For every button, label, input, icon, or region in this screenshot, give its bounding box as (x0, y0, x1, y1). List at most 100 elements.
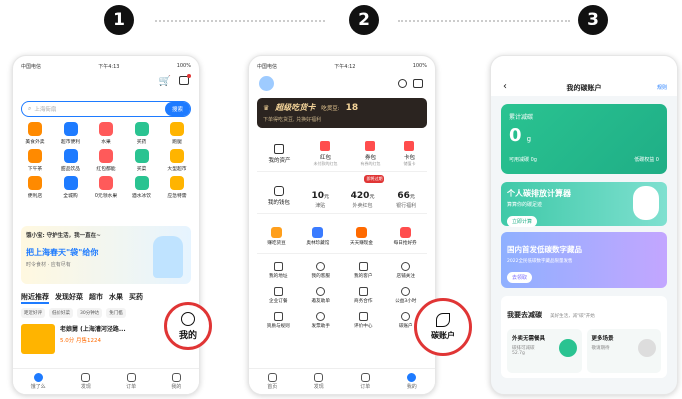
services-row: 赚吃货豆 奥林珍藏馆 天天赚现金 每日抢好券 (257, 220, 427, 254)
step-connector (398, 20, 570, 22)
feed-tabs: 附近推荐 发现好菜 超市 水果 买药 (21, 292, 143, 304)
search-button[interactable]: 搜索 (164, 102, 190, 116)
tab-3[interactable]: 我的 (171, 373, 181, 390)
category-item[interactable]: 美食外卖 (19, 122, 51, 145)
avatar[interactable] (259, 76, 274, 91)
tool-item[interactable]: 评价中心 (342, 312, 385, 329)
category-item[interactable]: 买药 (126, 122, 158, 145)
tab-label: 我的 (171, 384, 182, 390)
category-item[interactable]: 应急特需 (161, 176, 193, 199)
filter-chip[interactable]: 距近好评 (21, 308, 45, 318)
tab-bar: 首页 发现 订单 我的 (249, 368, 435, 394)
vip-card[interactable]: ♛ 超级吃货卡 吃货豆: 18 下单得吃货豆, 兑换好福利 (257, 98, 427, 128)
tool-item[interactable]: 我的客服 (300, 262, 343, 279)
utensils-icon (558, 339, 577, 357)
reduce-tile[interactable]: 外卖无需餐具 碳排可减碳 52.7g (507, 329, 582, 373)
category-item[interactable]: 买菜 (126, 149, 158, 172)
nft-banner[interactable]: 国内首发低碳数字藏品 2022全民低碳数字藏品限量发售 去领取 (501, 232, 667, 288)
feed-tab[interactable]: 超市 (89, 292, 103, 304)
nft-claim-button[interactable]: 去领取 (507, 272, 533, 283)
category-item[interactable]: 全城购 (55, 176, 87, 199)
asset-item[interactable]: 红包 未付款的红包 (313, 140, 338, 167)
feed-tab[interactable]: 买药 (129, 292, 143, 304)
message-icon[interactable] (179, 74, 191, 85)
feed-tab[interactable]: 水果 (109, 292, 123, 304)
reduce-tile[interactable]: 更多场景 敬请期待 (586, 329, 661, 373)
tab-2[interactable]: 订单 (360, 373, 370, 390)
wallet-balance[interactable]: 10元 津贴 (311, 183, 329, 209)
reduce-section: 我要去减碳 美好生活，减"碳"开始 外卖无需餐具 碳排可减碳 52.7g 更多场景敬… (501, 296, 667, 378)
tab-3[interactable]: 我的 (407, 373, 417, 390)
calculate-button[interactable]: 立即计算 (507, 216, 538, 227)
tool-item[interactable]: 发票助手 (300, 312, 343, 329)
tool-icon (273, 287, 283, 296)
tool-item[interactable]: 邀友助单 (300, 287, 343, 304)
category-item[interactable]: 便利店 (19, 176, 51, 199)
category-item[interactable]: 下午茶 (19, 149, 51, 172)
tool-item[interactable]: 商务合作 (342, 287, 385, 304)
feed-tab[interactable]: 发现好菜 (55, 292, 83, 304)
balance-value: 66 (397, 190, 410, 201)
asset-sublabel: 未付款的红包 (313, 160, 338, 166)
feed-tab[interactable]: 附近推荐 (21, 292, 49, 304)
tool-item[interactable]: 公益3小时 (385, 287, 428, 304)
tool-item[interactable]: 我的地址 (257, 262, 300, 279)
category-icon (99, 122, 113, 136)
tool-item[interactable]: 我的客户 (342, 262, 385, 279)
tool-label: 评价中心 (354, 324, 373, 329)
tool-item[interactable]: 资质与规则 (257, 312, 300, 329)
search-bar[interactable]: ⌕ 上海街扇 搜索 (21, 101, 191, 117)
service-item[interactable]: 奥林珍藏馆 (306, 227, 329, 246)
tool-icon (273, 312, 283, 321)
wallet-item[interactable]: 我的钱包 (268, 185, 290, 206)
wallet-balance[interactable]: 420元 外卖红包 即将过期 (351, 174, 385, 209)
category-item[interactable]: 酒水冰饮 (126, 176, 158, 199)
tool-icon (358, 262, 368, 271)
asset-item[interactable]: 券包 有券的红包 (360, 140, 380, 167)
category-label: 跑腿 (172, 140, 182, 145)
category-item[interactable]: 0元领水果 (90, 176, 122, 199)
category-item[interactable]: 跑腿 (161, 122, 193, 145)
tool-item[interactable]: 企业订餐 (257, 287, 300, 304)
low-carbon-rights[interactable]: 低碳权益 0 (634, 156, 659, 163)
tile-subtitle: 碳排可减碳 52.7g (512, 346, 535, 356)
tab-1[interactable]: 发现 (81, 373, 91, 390)
category-icon (63, 149, 78, 163)
filter-chip[interactable]: 免门槛 (106, 308, 126, 318)
tab-1[interactable]: 发现 (314, 373, 324, 390)
service-item[interactable]: 赚吃货豆 (267, 227, 286, 246)
settings-icon[interactable] (398, 79, 407, 88)
category-icon (99, 176, 113, 190)
highlight-carbon-account[interactable]: 碳账户 (414, 298, 472, 356)
my-label: 我的 (178, 330, 197, 341)
balance-unit: 元 (324, 193, 330, 200)
tool-icon (401, 262, 411, 271)
category-item[interactable]: 甜品饮品 (55, 149, 87, 172)
tool-icon (316, 262, 326, 271)
cart-icon[interactable]: 🛒 (159, 76, 171, 87)
category-item[interactable]: 大型超市 (161, 149, 193, 172)
category-item[interactable]: 水果 (90, 122, 122, 145)
category-item[interactable]: 超市便利 (55, 122, 87, 145)
phone-carbon-account-screen: ‹ 我的碳账户 规则 累计减碳 0 g 可用减碳 0g 低碳权益 0 个人碳排放… (490, 55, 678, 395)
category-item[interactable]: 红包都能 (90, 149, 122, 172)
tool-item[interactable]: 店铺关注 (385, 262, 428, 279)
tab-0[interactable]: 饿了么 (31, 373, 46, 390)
filter-chip[interactable]: 低价好菜 (49, 308, 73, 318)
calculator-banner[interactable]: 个人碳排放计算器 算算你的碳足迹 立即计算 (501, 182, 667, 227)
tab-2[interactable]: 订单 (126, 373, 136, 390)
tab-0[interactable]: 首页 (267, 373, 277, 390)
highlight-my-tab[interactable]: 我的 (164, 302, 212, 350)
rules-link[interactable]: 规则 (657, 84, 667, 91)
wallet-balance[interactable]: 66元 银行福利 (396, 183, 416, 209)
service-item[interactable]: 天天赚现金 (350, 227, 373, 246)
balance-label: 银行福利 (396, 202, 417, 209)
category-icon (28, 149, 42, 163)
asset-item[interactable]: 卡包 储值卡 (403, 140, 415, 167)
message-icon[interactable] (413, 79, 423, 88)
filter-chip[interactable]: 30分钟达 (77, 308, 103, 318)
asset-item[interactable]: 我的资产 (268, 143, 291, 164)
service-item[interactable]: 每日抢好券 (394, 227, 417, 246)
promo-banner[interactable]: 饿小宝: 守护生活，我一直在~ 把上海春天"袋"给你 时令食材 · 应有尽有 (21, 226, 191, 284)
expiry-badge: 即将过期 (364, 174, 385, 183)
